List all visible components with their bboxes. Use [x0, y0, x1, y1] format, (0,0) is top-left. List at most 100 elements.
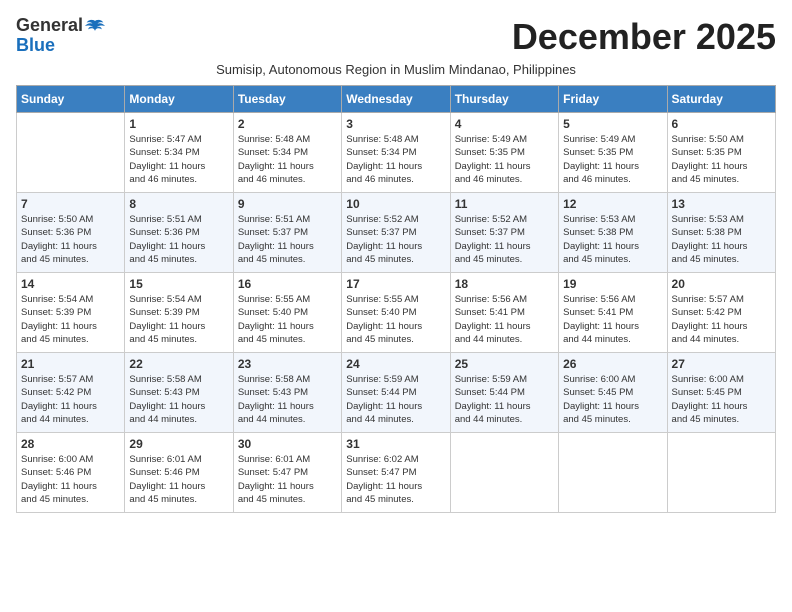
calendar-subtitle: Sumisip, Autonomous Region in Muslim Min…: [16, 62, 776, 77]
day-info: Sunrise: 5:53 AMSunset: 5:38 PMDaylight:…: [672, 213, 771, 266]
calendar-cell: 7 Sunrise: 5:50 AMSunset: 5:36 PMDaylight…: [17, 193, 125, 273]
calendar-week-row: 1 Sunrise: 5:47 AMSunset: 5:34 PMDaylight…: [17, 113, 776, 193]
day-info: Sunrise: 5:54 AMSunset: 5:39 PMDaylight:…: [21, 293, 120, 346]
day-info: Sunrise: 5:48 AMSunset: 5:34 PMDaylight:…: [346, 133, 445, 186]
day-info: Sunrise: 5:59 AMSunset: 5:44 PMDaylight:…: [346, 373, 445, 426]
logo-general-text: General: [16, 16, 83, 36]
day-info: Sunrise: 5:54 AMSunset: 5:39 PMDaylight:…: [129, 293, 228, 346]
calendar-cell: 28Sunrise: 6:00 AMSunset: 5:46 PMDayligh…: [17, 433, 125, 513]
day-number: 2: [238, 117, 337, 131]
header-thursday: Thursday: [450, 86, 558, 113]
calendar-cell: [559, 433, 667, 513]
day-number: 16: [238, 277, 337, 291]
calendar-cell: 18Sunrise: 5:56 AMSunset: 5:41 PMDayligh…: [450, 273, 558, 353]
calendar-cell: [17, 113, 125, 193]
calendar-cell: 1 Sunrise: 5:47 AMSunset: 5:34 PMDaylight…: [125, 113, 233, 193]
calendar-cell: 27 Sunrise: 6:00 AMSunset: 5:45 PMDayligh…: [667, 353, 775, 433]
day-number: 28: [21, 437, 120, 451]
day-number: 22: [129, 357, 228, 371]
day-number: 30: [238, 437, 337, 451]
calendar-cell: 31 Sunrise: 6:02 AMSunset: 5:47 PMDayligh…: [342, 433, 450, 513]
calendar-cell: 22 Sunrise: 5:58 AMSunset: 5:43 PMDayligh…: [125, 353, 233, 433]
day-info: Sunrise: 5:50 AMSunset: 5:36 PMDaylight:…: [21, 213, 120, 266]
calendar-table: SundayMondayTuesdayWednesdayThursdayFrid…: [16, 85, 776, 513]
calendar-cell: 6Sunrise: 5:50 AMSunset: 5:35 PMDaylight…: [667, 113, 775, 193]
day-info: Sunrise: 5:53 AMSunset: 5:38 PMDaylight:…: [563, 213, 662, 266]
calendar-cell: 30 Sunrise: 6:01 AMSunset: 5:47 PMDayligh…: [233, 433, 341, 513]
day-number: 26: [563, 357, 662, 371]
header-tuesday: Tuesday: [233, 86, 341, 113]
day-number: 3: [346, 117, 445, 131]
day-info: Sunrise: 5:51 AMSunset: 5:37 PMDaylight:…: [238, 213, 337, 266]
calendar-cell: 10Sunrise: 5:52 AMSunset: 5:37 PMDayligh…: [342, 193, 450, 273]
calendar-cell: 3 Sunrise: 5:48 AMSunset: 5:34 PMDaylight…: [342, 113, 450, 193]
header-friday: Friday: [559, 86, 667, 113]
day-info: Sunrise: 5:55 AMSunset: 5:40 PMDaylight:…: [238, 293, 337, 346]
calendar-cell: 11 Sunrise: 5:52 AMSunset: 5:37 PMDayligh…: [450, 193, 558, 273]
calendar-cell: 24 Sunrise: 5:59 AMSunset: 5:44 PMDayligh…: [342, 353, 450, 433]
calendar-cell: [667, 433, 775, 513]
day-info: Sunrise: 5:59 AMSunset: 5:44 PMDaylight:…: [455, 373, 554, 426]
day-info: Sunrise: 6:01 AMSunset: 5:46 PMDaylight:…: [129, 453, 228, 506]
calendar-cell: 14 Sunrise: 5:54 AMSunset: 5:39 PMDayligh…: [17, 273, 125, 353]
day-number: 31: [346, 437, 445, 451]
calendar-cell: 23Sunrise: 5:58 AMSunset: 5:43 PMDayligh…: [233, 353, 341, 433]
calendar-header-row: SundayMondayTuesdayWednesdayThursdayFrid…: [17, 86, 776, 113]
day-info: Sunrise: 5:55 AMSunset: 5:40 PMDaylight:…: [346, 293, 445, 346]
logo-bird-icon: [85, 19, 105, 33]
header-wednesday: Wednesday: [342, 86, 450, 113]
day-number: 8: [129, 197, 228, 211]
header-sunday: Sunday: [17, 86, 125, 113]
day-number: 19: [563, 277, 662, 291]
day-number: 4: [455, 117, 554, 131]
day-info: Sunrise: 6:00 AMSunset: 5:45 PMDaylight:…: [672, 373, 771, 426]
day-number: 17: [346, 277, 445, 291]
day-number: 7: [21, 197, 120, 211]
day-info: Sunrise: 5:58 AMSunset: 5:43 PMDaylight:…: [238, 373, 337, 426]
calendar-week-row: 14 Sunrise: 5:54 AMSunset: 5:39 PMDayligh…: [17, 273, 776, 353]
page-header: General Blue December 2025: [16, 16, 776, 58]
day-number: 9: [238, 197, 337, 211]
day-number: 15: [129, 277, 228, 291]
day-info: Sunrise: 6:02 AMSunset: 5:47 PMDaylight:…: [346, 453, 445, 506]
month-title: December 2025: [512, 16, 776, 58]
day-number: 14: [21, 277, 120, 291]
calendar-week-row: 28Sunrise: 6:00 AMSunset: 5:46 PMDayligh…: [17, 433, 776, 513]
calendar-cell: 2 Sunrise: 5:48 AMSunset: 5:34 PMDaylight…: [233, 113, 341, 193]
day-info: Sunrise: 5:49 AMSunset: 5:35 PMDaylight:…: [563, 133, 662, 186]
day-number: 21: [21, 357, 120, 371]
day-number: 12: [563, 197, 662, 211]
day-info: Sunrise: 5:58 AMSunset: 5:43 PMDaylight:…: [129, 373, 228, 426]
calendar-cell: 5Sunrise: 5:49 AMSunset: 5:35 PMDaylight…: [559, 113, 667, 193]
day-info: Sunrise: 5:56 AMSunset: 5:41 PMDaylight:…: [455, 293, 554, 346]
header-monday: Monday: [125, 86, 233, 113]
calendar-week-row: 7 Sunrise: 5:50 AMSunset: 5:36 PMDaylight…: [17, 193, 776, 273]
logo: General Blue: [16, 16, 105, 56]
day-info: Sunrise: 5:52 AMSunset: 5:37 PMDaylight:…: [455, 213, 554, 266]
day-number: 11: [455, 197, 554, 211]
day-info: Sunrise: 5:47 AMSunset: 5:34 PMDaylight:…: [129, 133, 228, 186]
calendar-cell: 21 Sunrise: 5:57 AMSunset: 5:42 PMDayligh…: [17, 353, 125, 433]
day-info: Sunrise: 5:57 AMSunset: 5:42 PMDaylight:…: [21, 373, 120, 426]
calendar-cell: 15 Sunrise: 5:54 AMSunset: 5:39 PMDayligh…: [125, 273, 233, 353]
calendar-week-row: 21 Sunrise: 5:57 AMSunset: 5:42 PMDayligh…: [17, 353, 776, 433]
calendar-cell: 17 Sunrise: 5:55 AMSunset: 5:40 PMDayligh…: [342, 273, 450, 353]
calendar-cell: [450, 433, 558, 513]
day-info: Sunrise: 6:01 AMSunset: 5:47 PMDaylight:…: [238, 453, 337, 506]
day-number: 24: [346, 357, 445, 371]
calendar-cell: 4Sunrise: 5:49 AMSunset: 5:35 PMDaylight…: [450, 113, 558, 193]
day-info: Sunrise: 6:00 AMSunset: 5:45 PMDaylight:…: [563, 373, 662, 426]
calendar-cell: 12 Sunrise: 5:53 AMSunset: 5:38 PMDayligh…: [559, 193, 667, 273]
day-number: 25: [455, 357, 554, 371]
day-info: Sunrise: 5:57 AMSunset: 5:42 PMDaylight:…: [672, 293, 771, 346]
day-number: 29: [129, 437, 228, 451]
calendar-cell: 19Sunrise: 5:56 AMSunset: 5:41 PMDayligh…: [559, 273, 667, 353]
logo-blue-text: Blue: [16, 36, 105, 56]
calendar-cell: 8Sunrise: 5:51 AMSunset: 5:36 PMDaylight…: [125, 193, 233, 273]
day-number: 27: [672, 357, 771, 371]
calendar-cell: 29 Sunrise: 6:01 AMSunset: 5:46 PMDayligh…: [125, 433, 233, 513]
day-number: 1: [129, 117, 228, 131]
calendar-cell: 20 Sunrise: 5:57 AMSunset: 5:42 PMDayligh…: [667, 273, 775, 353]
day-number: 20: [672, 277, 771, 291]
day-info: Sunrise: 5:48 AMSunset: 5:34 PMDaylight:…: [238, 133, 337, 186]
